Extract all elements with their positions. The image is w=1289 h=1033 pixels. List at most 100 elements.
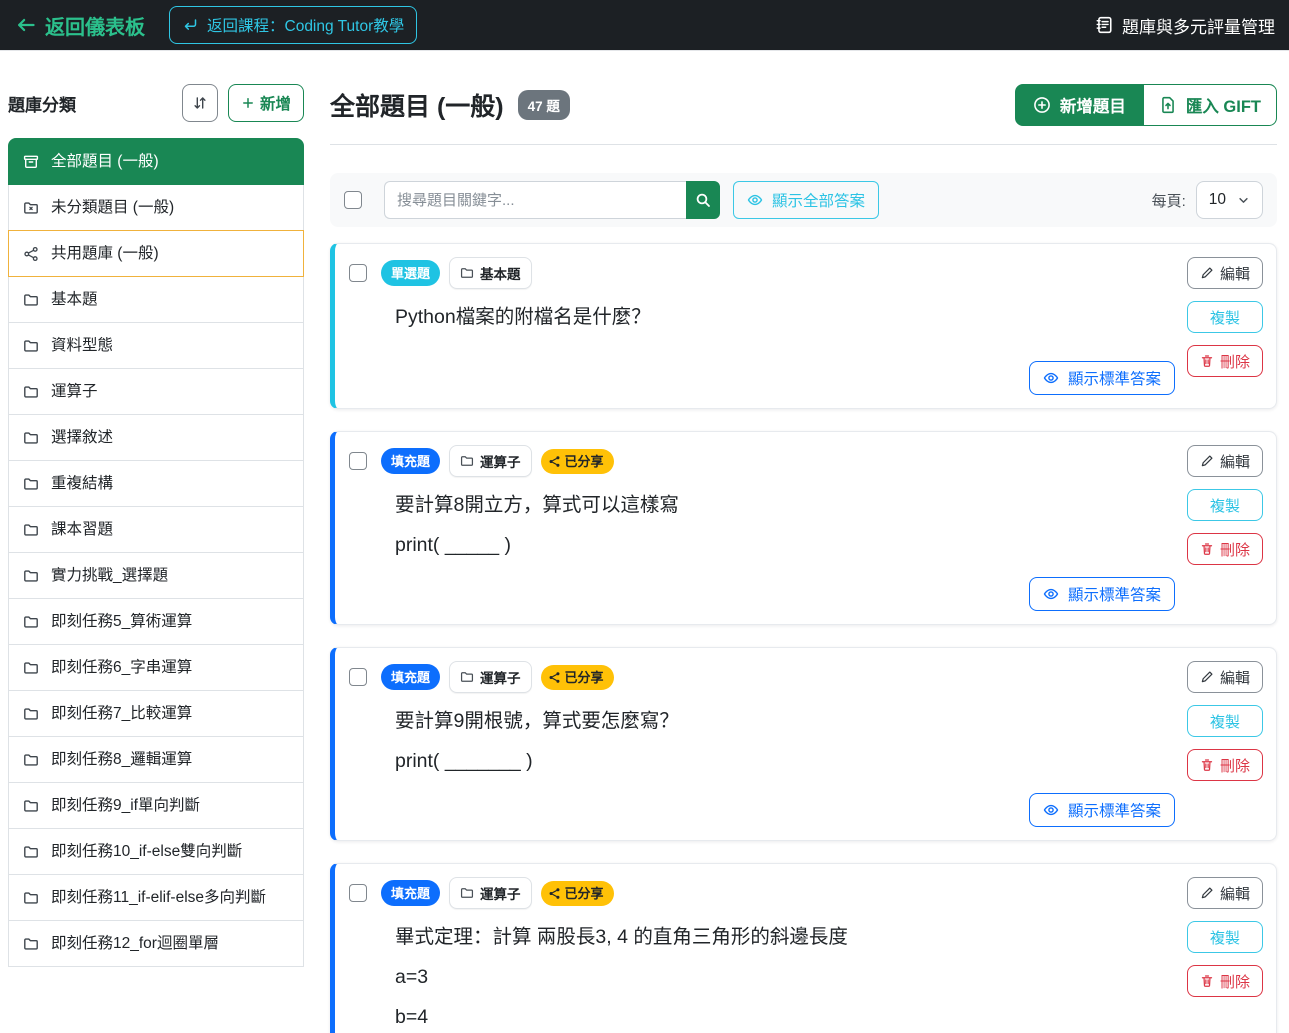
sidebar-category-item[interactable]: 課本習題 (8, 506, 304, 553)
edit-label: 編輯 (1220, 883, 1250, 904)
show-answer-button[interactable]: 顯示標準答案 (1029, 361, 1175, 395)
per-page-select[interactable]: 10 (1196, 181, 1263, 219)
delete-button[interactable]: 刪除 (1187, 533, 1263, 565)
sidebar-header: 題庫分類 新增 (8, 84, 304, 122)
show-all-answers-button[interactable]: 顯示全部答案 (733, 181, 879, 219)
pencil-icon (1200, 670, 1214, 684)
trash-icon (1200, 758, 1214, 772)
edit-button[interactable]: 編輯 (1187, 257, 1263, 289)
copy-button[interactable]: 複製 (1187, 489, 1263, 521)
sidebar-category-item[interactable]: 選擇敘述 (8, 414, 304, 461)
show-answer-button[interactable]: 顯示標準答案 (1029, 577, 1175, 611)
edit-button[interactable]: 編輯 (1187, 445, 1263, 477)
delete-button[interactable]: 刪除 (1187, 965, 1263, 997)
sidebar-category-item[interactable]: 資料型態 (8, 322, 304, 369)
question-actions: 編輯 複製 刪除 (1187, 257, 1263, 395)
copy-button[interactable]: 複製 (1187, 705, 1263, 737)
select-all-checkbox[interactable] (344, 191, 362, 209)
delete-button[interactable]: 刪除 (1187, 749, 1263, 781)
edit-button[interactable]: 編輯 (1187, 661, 1263, 693)
back-to-course-button[interactable]: 返回課程：Coding Tutor教學 (169, 6, 417, 44)
shared-badge: 已分享 (541, 881, 614, 906)
folder-icon (23, 614, 39, 630)
header-button-group: 新增題目 匯入 GIFT (1015, 84, 1277, 126)
question-line: 畢式定理：計算 兩股長3, 4 的直角三角形的斜邊長度 (395, 917, 1175, 957)
show-all-answers-label: 顯示全部答案 (772, 189, 865, 211)
question-checkbox[interactable] (349, 668, 367, 686)
pencil-icon (1200, 454, 1214, 468)
question-checkbox[interactable] (349, 264, 367, 282)
category-label: 即刻任務12_for迴圈單層 (51, 933, 219, 954)
question-card: 單選題 基本題 Python檔案的附檔名是什麼？ 顯示標準答案 編輯 (330, 243, 1277, 409)
header-divider (330, 144, 1277, 145)
question-category-label: 基本題 (480, 263, 521, 283)
copy-button[interactable]: 複製 (1187, 301, 1263, 333)
question-line: print( _____ ) (395, 525, 1175, 565)
sidebar-category-item[interactable]: 即刻任務6_字串運算 (8, 644, 304, 691)
search-button[interactable] (686, 181, 720, 219)
folder-icon (460, 454, 474, 468)
sort-categories-button[interactable] (182, 84, 218, 122)
copy-label: 複製 (1210, 495, 1240, 516)
delete-label: 刪除 (1220, 351, 1250, 372)
top-bar: 返回儀表板 返回課程：Coding Tutor教學 題庫與多元評量管理 (0, 0, 1289, 50)
sidebar-category-item[interactable]: 未分類題目 (一般) (8, 184, 304, 231)
question-checkbox[interactable] (349, 452, 367, 470)
delete-label: 刪除 (1220, 539, 1250, 560)
sidebar-category-item[interactable]: 全部題目 (一般) (8, 138, 304, 185)
sidebar-category-item[interactable]: 即刻任務7_比較運算 (8, 690, 304, 737)
page-title: 全部題目 (一般) (330, 87, 504, 123)
per-page-value: 10 (1209, 191, 1226, 209)
search-input[interactable] (384, 181, 686, 219)
show-answer-button[interactable]: 顯示標準答案 (1029, 793, 1175, 827)
sidebar-category-item[interactable]: 運算子 (8, 368, 304, 415)
eye-icon (747, 192, 763, 208)
sidebar-category-item[interactable]: 即刻任務9_if單向判斷 (8, 782, 304, 829)
eye-icon (1043, 586, 1059, 602)
sidebar-category-item[interactable]: 即刻任務8_邏輯運算 (8, 736, 304, 783)
question-badge-row: 單選題 基本題 (349, 257, 1175, 289)
arrow-left-icon (16, 15, 36, 35)
sidebar-category-item[interactable]: 基本題 (8, 276, 304, 323)
sidebar-category-item[interactable]: 重複結構 (8, 460, 304, 507)
add-category-button[interactable]: 新增 (228, 84, 304, 122)
add-question-label: 新增題目 (1060, 93, 1126, 117)
folder-icon (23, 890, 39, 906)
shared-badge-label: 已分享 (565, 455, 604, 468)
back-to-dashboard-link[interactable]: 返回儀表板 (10, 10, 151, 41)
question-checkbox[interactable] (349, 884, 367, 902)
category-label: 即刻任務8_邏輯運算 (51, 749, 192, 770)
sidebar-category-item[interactable]: 即刻任務10_if-else雙向判斷 (8, 828, 304, 875)
copy-button[interactable]: 複製 (1187, 921, 1263, 953)
delete-button[interactable]: 刪除 (1187, 345, 1263, 377)
sidebar-category-item[interactable]: 即刻任務12_for迴圈單層 (8, 920, 304, 967)
pencil-icon (1200, 266, 1214, 280)
question-line: Python檔案的附檔名是什麼？ (395, 297, 1175, 337)
folder-x-icon (23, 200, 39, 216)
show-answer-label: 顯示標準答案 (1068, 583, 1161, 605)
question-count-badge: 47 題 (518, 90, 570, 120)
edit-button[interactable]: 編輯 (1187, 877, 1263, 909)
sidebar-category-item[interactable]: 即刻任務11_if-elif-else多向判斷 (8, 874, 304, 921)
question-text: Python檔案的附檔名是什麼？ (395, 297, 1175, 337)
folder-icon (23, 936, 39, 952)
sidebar-category-item[interactable]: 實力挑戰_選擇題 (8, 552, 304, 599)
question-category-badge: 運算子 (449, 445, 532, 477)
add-question-button[interactable]: 新增題目 (1015, 84, 1144, 126)
copy-label: 複製 (1210, 307, 1240, 328)
import-gift-button[interactable]: 匯入 GIFT (1144, 84, 1277, 126)
question-text: 要計算9開根號，算式要怎麼寫？print( _______ ) (395, 701, 1175, 781)
folder-icon (23, 292, 39, 308)
main-panel: 全部題目 (一般) 47 題 新增題目 匯入 GIFT (330, 84, 1277, 1033)
copy-label: 複製 (1210, 927, 1240, 948)
sidebar-category-item[interactable]: 即刻任務5_算術運算 (8, 598, 304, 645)
question-card: 填充題 運算子 已分享 要計算9開根號，算式要怎麼寫？print( ______… (330, 647, 1277, 841)
question-line: b=4 (395, 997, 1175, 1033)
question-category-badge: 運算子 (449, 661, 532, 693)
pencil-icon (1200, 886, 1214, 900)
share-icon (548, 887, 561, 900)
sidebar-category-item[interactable]: 共用題庫 (一般) (8, 230, 304, 277)
category-label: 即刻任務6_字串運算 (51, 657, 192, 678)
question-actions: 編輯 複製 刪除 (1187, 445, 1263, 611)
folder-icon (23, 568, 39, 584)
